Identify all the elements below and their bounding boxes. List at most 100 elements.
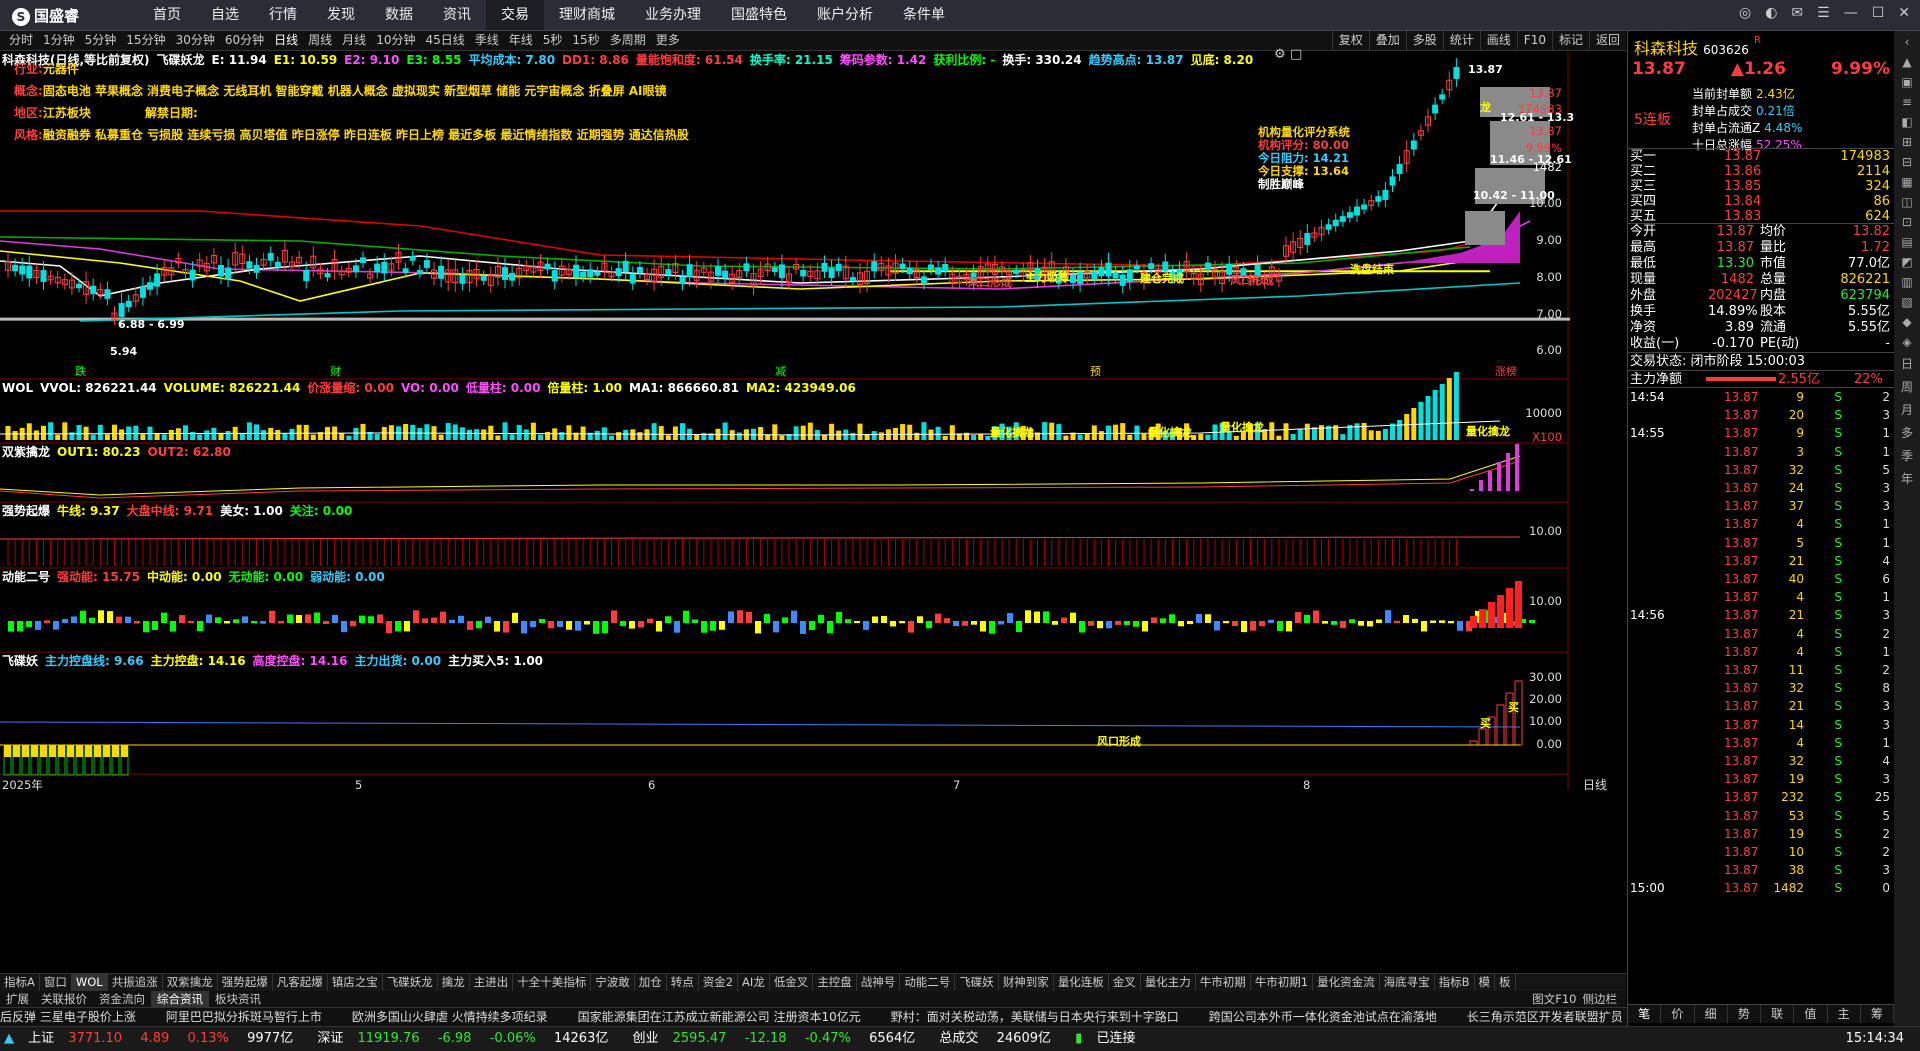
collapse-icon[interactable]: □ [1290,47,1302,62]
bid-row[interactable]: 买五 13.83 624 [1628,209,1894,224]
side-tool-icon[interactable]: ◩ [1901,255,1912,269]
period-tab[interactable]: 15分钟 [121,31,170,50]
side-tool-icon[interactable]: ‹ [1905,35,1910,49]
indicator-tab[interactable]: 指标A [0,974,40,991]
side-tool-icon[interactable]: ▥ [1901,275,1912,289]
side-period-tab[interactable]: 日 [1901,355,1913,372]
tool-button[interactable]: 叠加 [1368,31,1406,50]
tool-button[interactable]: F10 [1516,31,1552,50]
chart-area[interactable]: 6.88 - 6.99 5.94 13.87 12.61 - 13.3 11.46 - … [0,47,1607,956]
period-tab[interactable]: 周线 [303,31,337,50]
indicator-tab[interactable]: 主控盘 [813,974,857,991]
nav-item[interactable]: 账户分析 [802,0,888,30]
ticker-item[interactable]: 阿里巴巴拟分拆斑马智行上市 [166,1010,322,1024]
bid-row[interactable]: 买二 13.86 2114 [1628,164,1894,179]
indicator-tab[interactable]: 镇店之宝 [328,974,383,991]
nav-item[interactable]: 理财商城 [544,0,630,30]
bid-row[interactable]: 买一 13.87 174983 [1628,149,1894,164]
stock-header[interactable]: 科森科技 603626 R [1634,35,1761,59]
shanghai-index[interactable]: ▲ 上证 3771.10 4.89 0.13% 9977亿 [4,1031,303,1046]
indicator-tab[interactable]: 窗口 [40,974,72,991]
indicator-tab[interactable]: 模 [1475,974,1496,991]
chinext-index[interactable]: 创业 2595.47 -12.18 -0.47% 6564亿 [632,1031,925,1046]
quote-panel-tab[interactable]: 主 [1828,1005,1861,1023]
menu-icon[interactable]: ☰ [1817,5,1830,21]
tool-button[interactable]: 标记 [1551,31,1589,50]
quote-panel-tab[interactable]: 笔 [1628,1005,1662,1023]
indicator-tab[interactable]: 主进出 [470,974,514,991]
indicator-tab[interactable]: 板 [1495,974,1516,991]
indicator-tab[interactable]: 财神到家 [999,974,1054,991]
logo[interactable]: S 国盛睿 [12,5,79,26]
axis-period-label[interactable]: 日线 [1583,778,1607,792]
indicator-tab[interactable]: 牛市初期1 [1251,974,1314,991]
side-tool-icon[interactable]: ◈ [1902,335,1911,349]
quote-panel-tab[interactable]: 值 [1794,1005,1828,1023]
indicator-tab[interactable]: 双紫擒龙 [163,974,218,991]
tool-button[interactable]: 画线 [1479,31,1517,50]
quote-panel-tab[interactable]: 价 [1661,1005,1695,1023]
tool-button[interactable]: 复权 [1331,31,1369,50]
side-label-item[interactable]: 侧边栏 [1580,992,1621,1006]
ticker-item[interactable]: 国家能源集团在江苏成立新能源公司 注册资本10亿元 [578,1010,861,1024]
nav-item[interactable]: 资讯 [428,0,486,30]
news-tab[interactable]: 资金流向 [93,991,151,1007]
side-period-tab[interactable]: 多 [1901,424,1913,441]
side-tool-icon[interactable]: ▲ [1902,55,1911,69]
period-tab[interactable]: 5秒 [538,31,568,50]
message-icon[interactable]: ◎ [1739,5,1751,21]
news-tab[interactable]: 综合资讯 [151,991,209,1007]
ticker-item[interactable]: 后反弹 三星电子股价上涨 [0,1010,136,1024]
period-tab[interactable]: 季线 [470,31,504,50]
indicator-tab[interactable]: 量化主力 [1141,974,1196,991]
period-tab[interactable]: 年线 [504,31,538,50]
indicator-tab[interactable]: 强势起爆 [218,974,273,991]
side-period-tab[interactable]: 季 [1901,447,1913,464]
side-period-tab[interactable]: 月 [1901,401,1913,418]
period-tab[interactable]: 10分钟 [371,31,420,50]
news-tab[interactable]: 扩展 [0,991,35,1007]
close-icon[interactable]: ✕ [1898,5,1910,21]
side-tool-icon[interactable]: ▦ [1901,175,1912,189]
mail-icon[interactable]: ✉ [1791,5,1803,21]
indicator-tab[interactable]: 量化资金流 [1313,974,1380,991]
side-tool-icon[interactable]: ◫ [1901,195,1912,209]
side-tool-icon[interactable]: ▧ [1901,295,1912,309]
indicator-tab[interactable]: 资金2 [699,974,739,991]
side-period-tab[interactable]: 年 [1901,470,1913,487]
period-tab[interactable]: 分时 [4,31,38,50]
indicator-tab[interactable]: 战神号 [857,974,901,991]
connection-status[interactable]: ▮ 已连接 [1075,1031,1145,1046]
ticker-item[interactable]: 跨国公司本外币一体化资金池试点在渝落地 [1209,1010,1437,1024]
side-tool-icon[interactable]: ◆ [1902,315,1911,329]
nav-item[interactable]: 交易 [486,0,544,30]
indicator-tab[interactable]: 加仓 [635,974,667,991]
period-tab[interactable]: 60分钟 [220,31,269,50]
indicator-tab[interactable]: 十全十美指标 [513,974,592,991]
side-label-item[interactable]: 图文F10 [1529,992,1579,1006]
indicator-tab[interactable]: 海底寻宝 [1380,974,1435,991]
side-tool-icon[interactable]: ▤ [1901,235,1912,249]
nav-item[interactable]: 数据 [370,0,428,30]
shenzhen-index[interactable]: 深证 11919.76 -6.98 -0.06% 14263亿 [317,1031,618,1046]
period-tab[interactable]: 15秒 [567,31,604,50]
indicator-tab[interactable]: AI龙 [738,974,770,991]
indicator-tab[interactable]: 飞碟妖 [955,974,999,991]
indicator-tab[interactable]: 指标B [1435,974,1475,991]
news-tab[interactable]: 关联报价 [35,991,93,1007]
nav-item[interactable]: 业务办理 [630,0,716,30]
bid-row[interactable]: 买四 13.84 86 [1628,194,1894,209]
indicator-tab[interactable]: 共振追涨 [108,974,163,991]
period-tab[interactable]: 1分钟 [38,31,80,50]
period-tab[interactable]: 多周期 [605,31,651,50]
indicator-tab[interactable]: 动能二号 [900,974,956,991]
indicator-tab[interactable]: 量化连板 [1054,974,1109,991]
nav-item[interactable]: 首页 [138,0,196,30]
bid-row[interactable]: 买三 13.85 324 [1628,179,1894,194]
news-tab[interactable]: 板块资讯 [209,991,267,1007]
skin-icon[interactable]: ◐ [1765,5,1777,21]
indicator-tab[interactable]: 转点 [667,974,699,991]
tool-button[interactable]: 统计 [1442,31,1480,50]
side-tool-icon[interactable]: ⊡ [1902,215,1912,229]
indicator-tab[interactable]: 金叉 [1109,974,1141,991]
